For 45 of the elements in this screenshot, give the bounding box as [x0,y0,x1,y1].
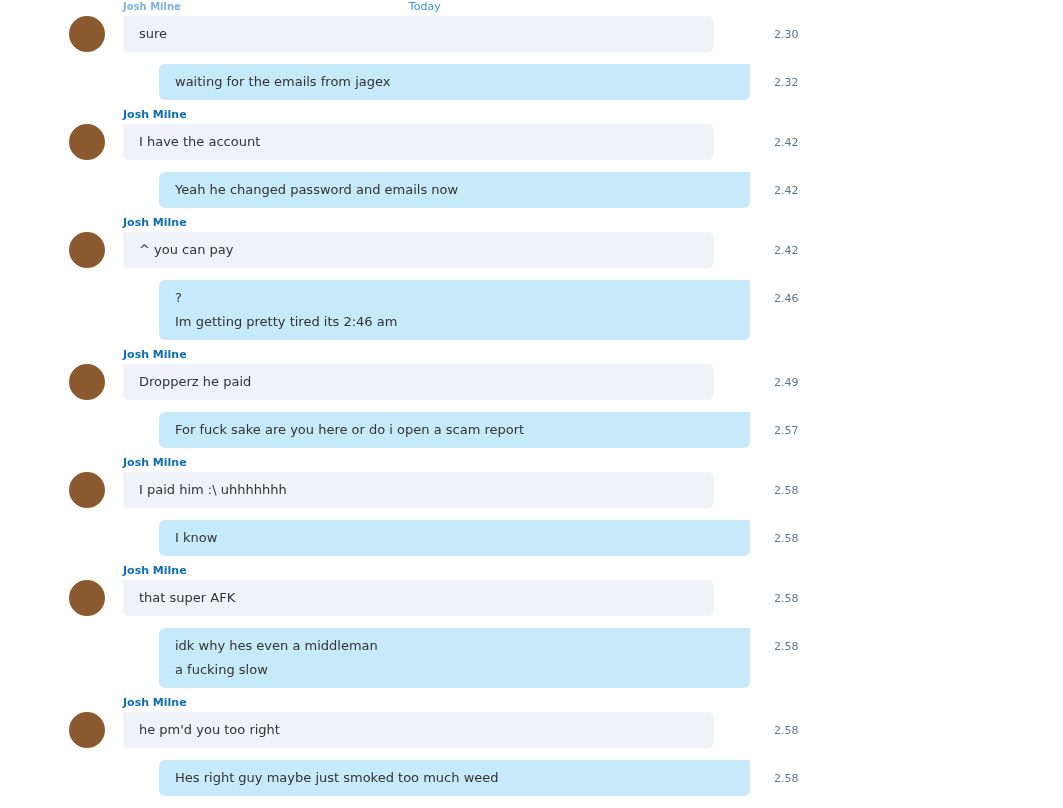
message-time: 2.58 [774,484,799,498]
message-text: Yeah he changed password and emails now [175,181,460,199]
message-text: I paid him :\ uhhhhhhh [139,481,288,499]
message-text: Im getting pretty tired its 2:46 am [175,313,399,331]
message-text: idk why hes even a middleman [175,637,379,655]
message-time: 2.58 [774,532,799,546]
avatar-photo [69,580,105,616]
avatar-photo [69,712,105,748]
message-text: I have the account [139,133,262,151]
message-time: 2.58 [774,724,799,738]
message-time: 2.30 [774,28,799,42]
message-time: 2.42 [774,244,799,258]
message-time: 2.42 [774,184,799,198]
message-text: he pm'd you too right [139,721,281,739]
message-time: 2.58 [774,772,799,786]
message-time: 2.42 [774,136,799,150]
sender-name: Josh Milne [123,564,188,578]
sender-name: Josh Milne [123,1,181,13]
message-time: 2.46 [774,292,799,306]
message-text: Dropperz he paid [139,373,253,391]
message-text: sure [139,25,169,43]
message-time: 2.58 [774,592,799,606]
message-text: For fuck sake are you here or do i open a scam report [175,421,526,439]
message-text: waiting for the emails from jagex [175,73,392,91]
avatar-photo [69,232,105,268]
avatar-photo [69,364,105,400]
message-text: that super AFK [139,589,237,607]
date-label: Today [408,1,441,13]
avatar-photo [69,472,105,508]
message-text: I know [175,529,219,547]
sender-name: Josh Milne [123,216,188,230]
avatar-photo [69,124,105,160]
sender-name: Josh Milne [123,108,188,122]
message-text: a fucking slow [175,661,269,679]
message-text: ^ you can pay [139,241,235,259]
sender-name: Josh Milne [123,348,188,362]
sender-name: Josh Milne [123,456,188,470]
message-time: 2.32 [774,76,799,90]
message-text: ? [175,289,183,307]
message-text: Hes right guy maybe just smoked too much weed [175,769,500,787]
message-time: 2.57 [774,424,799,438]
message-time: 2.49 [774,376,799,390]
message-time: 2.58 [774,640,799,654]
sender-name: Josh Milne [123,696,188,710]
avatar-photo [69,16,105,52]
